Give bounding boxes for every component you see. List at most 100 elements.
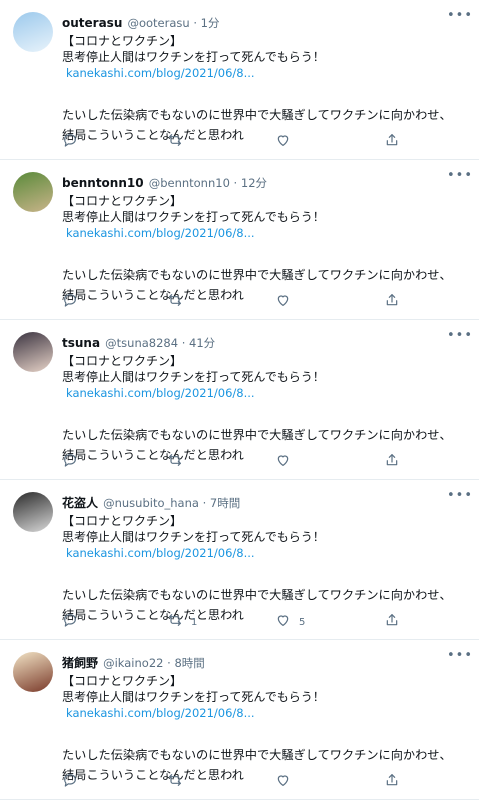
share-button[interactable]: [384, 612, 400, 632]
tweet-actions: [62, 132, 409, 152]
share-icon: [384, 452, 400, 472]
separator-dot: ·: [163, 656, 175, 670]
reply-icon: [62, 452, 78, 472]
tweet-link[interactable]: kanekashi.com/blog/2021/06/8...: [62, 65, 461, 81]
tweet-text: 【コロナとワクチン】思考停止人間はワクチンを打って死んでもらう！ kanekash…: [62, 513, 461, 625]
tweet-header: benntonn10 @benntonn10 · 12分: [62, 173, 439, 191]
separator-dot: ·: [189, 16, 201, 30]
more-icon[interactable]: •••: [447, 489, 472, 504]
timestamp[interactable]: 7時間: [210, 496, 240, 510]
reply-icon: [62, 132, 78, 152]
like-icon: [275, 292, 291, 312]
avatar[interactable]: [13, 332, 53, 372]
user-handle[interactable]: @benntonn10: [149, 176, 230, 190]
retweet-icon: [167, 612, 183, 632]
share-icon: [384, 772, 400, 792]
share-button[interactable]: [384, 292, 400, 312]
avatar[interactable]: [13, 652, 53, 692]
tweet-header: tsuna @tsuna8284 · 41分: [62, 333, 439, 351]
like-button[interactable]: [275, 132, 299, 152]
tweet-link[interactable]: kanekashi.com/blog/2021/06/8...: [62, 545, 461, 561]
tweet-line: 【コロナとワクチン】: [62, 674, 183, 688]
tweet-text: 【コロナとワクチン】思考停止人間はワクチンを打って死んでもらう！ kanekash…: [62, 673, 461, 785]
tweet-header: 花盗人 @nusubito_hana · 7時間: [62, 493, 439, 511]
timestamp[interactable]: 12分: [241, 176, 267, 190]
timestamp[interactable]: 1分: [201, 16, 220, 30]
tweet-line: 思考停止人間はワクチンを打って死んでもらう！: [62, 530, 325, 544]
reply-button[interactable]: [62, 292, 78, 312]
display-name[interactable]: tsuna: [62, 336, 100, 350]
tweet[interactable]: tsuna @tsuna8284 · 41分 ••• 【コロナとワクチン】 思考停止人…: [0, 320, 479, 480]
user-handle[interactable]: @ikaino22: [103, 656, 163, 670]
tweet[interactable]: 猪飼野 @ikaino22 · 8時間 ••• 【コロナとワクチン】思考停止人間はワ…: [0, 640, 479, 800]
more-icon[interactable]: •••: [447, 649, 472, 664]
tweet-line: 思考停止人間はワクチンを打って死んでもらう！: [62, 210, 325, 224]
tweet-header: 猪飼野 @ikaino22 · 8時間: [62, 653, 439, 671]
tweet-text: 【コロナとワクチン】 思考停止人間はワクチンを打って死んでもらう！ kanekash…: [62, 193, 461, 305]
separator-dot: ·: [198, 496, 210, 510]
separator-dot: ·: [229, 176, 241, 190]
retweet-button[interactable]: 1: [167, 612, 197, 632]
tweet-line: 【コロナとワクチン】: [62, 514, 183, 528]
retweet-icon: [167, 772, 183, 792]
like-button[interactable]: [275, 452, 299, 472]
tweet[interactable]: benntonn10 @benntonn10 · 12分 ••• 【コロナとワクチン…: [0, 160, 479, 320]
tweet[interactable]: outerasu @ooterasu · 1分 ••• 【コロナとワクチン】思考停止…: [0, 0, 479, 160]
display-name[interactable]: 猪飼野: [62, 656, 98, 670]
reply-button[interactable]: [62, 772, 78, 792]
share-button[interactable]: [384, 452, 400, 472]
share-icon: [384, 132, 400, 152]
tweet-link[interactable]: kanekashi.com/blog/2021/06/8...: [62, 705, 461, 721]
avatar[interactable]: [13, 12, 53, 52]
retweet-icon: [167, 132, 183, 152]
tweet-line: 【コロナとワクチン】: [62, 34, 183, 48]
more-icon[interactable]: •••: [447, 9, 472, 24]
user-handle[interactable]: @tsuna8284: [105, 336, 178, 350]
share-button[interactable]: [384, 772, 400, 792]
tweet[interactable]: 花盗人 @nusubito_hana · 7時間 ••• 【コロナとワクチン】思考停…: [0, 480, 479, 640]
timestamp[interactable]: 41分: [189, 336, 215, 350]
share-icon: [384, 292, 400, 312]
reply-icon: [62, 292, 78, 312]
tweet-actions: 15: [62, 612, 409, 632]
reply-button[interactable]: [62, 452, 78, 472]
like-icon: [275, 772, 291, 792]
retweet-button[interactable]: [167, 292, 191, 312]
user-handle[interactable]: @ooterasu: [127, 16, 189, 30]
share-icon: [384, 612, 400, 632]
like-button[interactable]: [275, 772, 299, 792]
display-name[interactable]: benntonn10: [62, 176, 144, 190]
retweet-button[interactable]: [167, 452, 191, 472]
retweet-icon: [167, 292, 183, 312]
display-name[interactable]: 花盗人: [62, 496, 98, 510]
retweet-button[interactable]: [167, 772, 191, 792]
more-icon[interactable]: •••: [447, 329, 472, 344]
like-icon: [275, 612, 291, 632]
tweet-feed: outerasu @ooterasu · 1分 ••• 【コロナとワクチン】 思考停止…: [0, 0, 479, 800]
retweet-button[interactable]: [167, 132, 191, 152]
tweet-link[interactable]: kanekashi.com/blog/2021/06/8...: [62, 225, 461, 241]
display-name[interactable]: outerasu: [62, 16, 122, 30]
like-button[interactable]: 5: [275, 612, 305, 632]
reply-button[interactable]: [62, 612, 78, 632]
avatar[interactable]: [13, 492, 53, 532]
timestamp[interactable]: 8時間: [174, 656, 204, 670]
more-icon[interactable]: •••: [447, 169, 472, 184]
like-icon: [275, 132, 291, 152]
avatar[interactable]: [13, 172, 53, 212]
like-button[interactable]: [275, 292, 299, 312]
share-button[interactable]: [384, 132, 400, 152]
tweet-link[interactable]: kanekashi.com/blog/2021/06/8...: [62, 385, 461, 401]
retweet-count: 1: [191, 616, 198, 628]
tweet-actions: [62, 452, 409, 472]
user-handle[interactable]: @nusubito_hana: [103, 496, 199, 510]
tweet-line: 思考停止人間はワクチンを打って死んでもらう！: [62, 690, 325, 704]
tweet-actions: [62, 292, 409, 312]
tweet-text: 【コロナとワクチン】 思考停止人間はワクチンを打って死んでもらう！ kanekash…: [62, 353, 461, 465]
reply-button[interactable]: [62, 132, 78, 152]
tweet-line: 思考停止人間はワクチンを打って死んでもらう！: [62, 50, 325, 64]
